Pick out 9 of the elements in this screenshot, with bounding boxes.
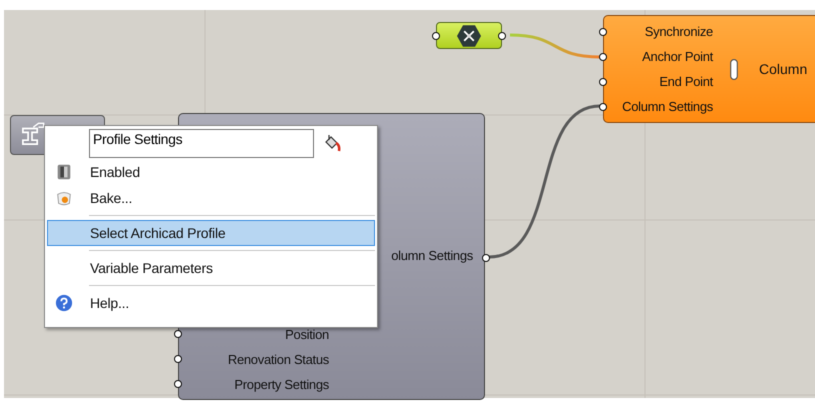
- input-label: Synchronize: [644, 24, 713, 39]
- input-label: Position: [285, 326, 329, 342]
- output-label: olumn Settings: [391, 248, 473, 263]
- input-label: Column Settings: [622, 99, 713, 114]
- input-label: End Point: [659, 74, 713, 89]
- input-label: Property Settings: [234, 376, 329, 392]
- input-label: Anchor Point: [642, 49, 713, 64]
- node-name: Column: [759, 61, 808, 77]
- input-label: Renovation Status: [228, 352, 329, 366]
